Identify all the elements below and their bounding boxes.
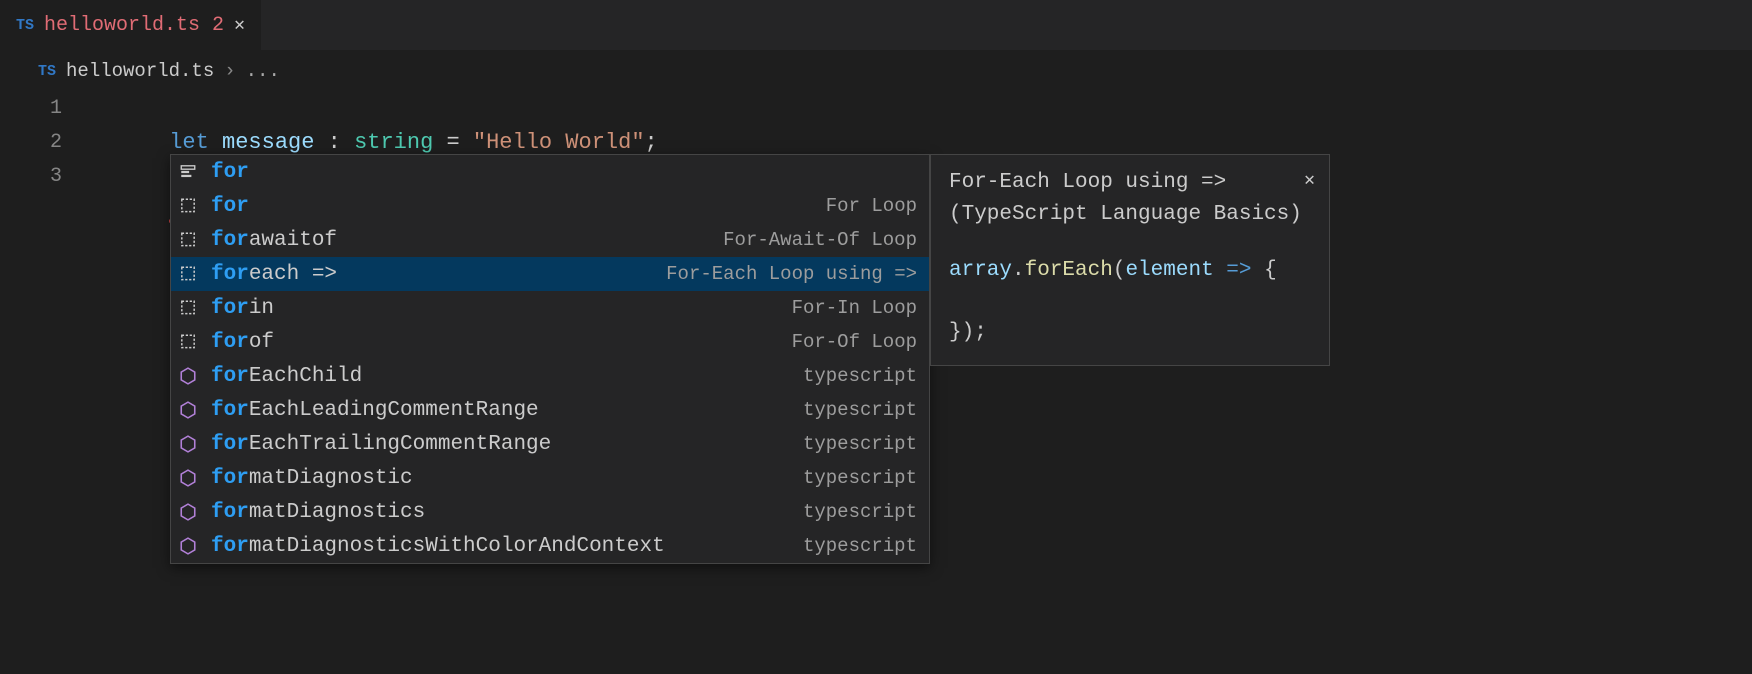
suggestion-item[interactable]: forEachChild typescript (171, 359, 929, 393)
typescript-file-icon: TS (38, 63, 56, 80)
suggestion-item[interactable]: forEachTrailingCommentRange typescript (171, 427, 929, 461)
tab-bar: TS helloworld.ts 2 ✕ (0, 0, 1752, 50)
close-icon[interactable]: ✕ (1304, 165, 1315, 197)
token-identifier: array (949, 259, 1012, 282)
breadcrumb-separator-icon: › (224, 60, 235, 82)
suggestion-label: forof (211, 331, 274, 354)
token-arrow: => (1214, 259, 1264, 282)
suggestion-label: formatDiagnostics (211, 501, 425, 524)
snippet-icon (179, 265, 201, 283)
suggestion-detail: typescript (803, 535, 917, 557)
suggestion-item[interactable]: forEachLeadingCommentRange typescript (171, 393, 929, 427)
suggestion-details-title: For-Each Loop using => (TypeScript Langu… (949, 167, 1311, 231)
tab-helloworld[interactable]: TS helloworld.ts 2 ✕ (0, 0, 262, 50)
snippet-icon (179, 299, 201, 317)
method-icon (179, 537, 201, 555)
snippet-icon (179, 333, 201, 351)
token-string: "Hello World" (473, 130, 645, 155)
suggestion-item[interactable]: for For Loop (171, 189, 929, 223)
suggestion-item[interactable]: formatDiagnosticsWithColorAndContext type… (171, 529, 929, 563)
suggestion-detail: For Loop (826, 195, 917, 217)
suggestion-item[interactable]: for (171, 155, 929, 189)
suggestion-detail: For-In Loop (792, 297, 917, 319)
typescript-file-icon: TS (16, 17, 34, 34)
breadcrumb-filename: helloworld.ts (66, 60, 214, 82)
suggestion-label: forEachLeadingCommentRange (211, 399, 539, 422)
suggestion-label: forawaitof (211, 229, 337, 252)
suggestion-detail: typescript (803, 501, 917, 523)
suggestion-label: forin (211, 297, 274, 320)
suggestion-detail: typescript (803, 433, 917, 455)
suggestion-item[interactable]: formatDiagnostics typescript (171, 495, 929, 529)
suggestion-details-code-end: }); (949, 317, 1311, 349)
suggestion-label: formatDiagnostic (211, 467, 413, 490)
suggestion-detail: For-Of Loop (792, 331, 917, 353)
suggestion-item[interactable]: formatDiagnostic typescript (171, 461, 929, 495)
suggestion-details-code: array.forEach(element => { (949, 255, 1311, 287)
suggestion-label: formatDiagnosticsWithColorAndContext (211, 535, 665, 558)
suggestion-detail: For-Each Loop using => (666, 263, 917, 285)
line-number: 2 (0, 126, 90, 160)
close-icon[interactable]: ✕ (234, 14, 245, 36)
tab-problems-badge: 2 (212, 14, 224, 37)
suggestion-detail: typescript (803, 399, 917, 421)
breadcrumb[interactable]: TS helloworld.ts › ... (0, 50, 1752, 88)
suggestion-item[interactable]: foreach => For-Each Loop using => (171, 257, 929, 291)
suggestion-label: foreach => (211, 263, 337, 286)
method-icon (179, 401, 201, 419)
line-number: 1 (0, 92, 90, 126)
method-icon (179, 435, 201, 453)
suggestion-label: forEachChild (211, 365, 362, 388)
token-punct: : (314, 130, 354, 155)
snippet-icon (179, 197, 201, 215)
token-op: = (433, 130, 473, 155)
suggestion-label: for (211, 195, 249, 218)
method-icon (179, 367, 201, 385)
method-icon (179, 469, 201, 487)
suggestion-label: for (211, 161, 249, 184)
token-param: element (1125, 259, 1213, 282)
token-identifier: message (222, 130, 314, 155)
breadcrumb-ellipsis: ... (246, 60, 280, 82)
suggestion-item[interactable]: forawaitof For-Await-Of Loop (171, 223, 929, 257)
token-punct: { (1264, 259, 1277, 282)
token-punct: ( (1113, 259, 1126, 282)
token-type: string (354, 130, 433, 155)
code-line[interactable]: 1 let message : string = "Hello World"; (0, 92, 1752, 126)
suggestion-detail: For-Await-Of Loop (723, 229, 917, 251)
suggestion-label: forEachTrailingCommentRange (211, 433, 551, 456)
suggest-widget[interactable]: for for For Loop forawaitof For-Await-Of Loo… (170, 154, 930, 564)
method-icon (179, 503, 201, 521)
suggestion-item[interactable]: forin For-In Loop (171, 291, 929, 325)
keyword-icon (179, 163, 201, 181)
line-number: 3 (0, 160, 90, 194)
token-punct: . (1012, 259, 1025, 282)
suggestion-item[interactable]: forof For-Of Loop (171, 325, 929, 359)
suggestion-detail: typescript (803, 365, 917, 387)
suggestion-details: ✕ For-Each Loop using => (TypeScript Lan… (930, 154, 1330, 366)
token-function: forEach (1025, 259, 1113, 282)
token-punct: ; (645, 130, 658, 155)
snippet-icon (179, 231, 201, 249)
editor[interactable]: 1 let message : string = "Hello World"; … (0, 88, 1752, 194)
suggestion-detail: typescript (803, 467, 917, 489)
tab-filename: helloworld.ts (44, 14, 200, 37)
